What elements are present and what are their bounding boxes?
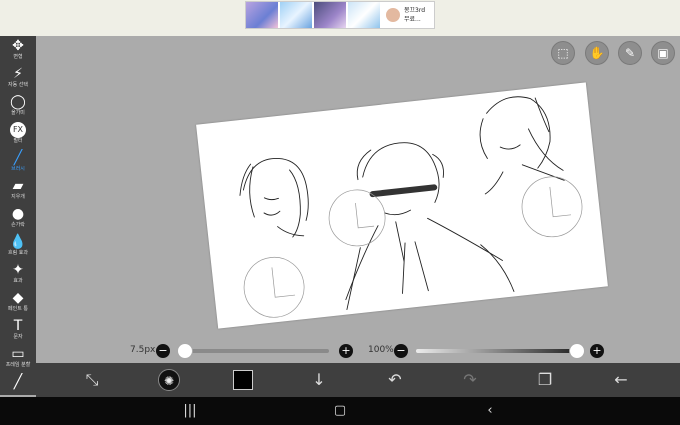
image-icon: ▣	[657, 46, 669, 60]
ad-avatar	[386, 8, 400, 22]
back-button[interactable]: ←	[611, 370, 631, 390]
lasso-icon: ◯	[10, 94, 26, 110]
home-button[interactable]: ▢	[330, 403, 350, 419]
tool-label: 필터	[13, 138, 23, 144]
pen-settings-button[interactable]: ✎	[618, 41, 642, 65]
layers-button[interactable]: ❐	[535, 370, 555, 390]
nav-back-button[interactable]: ‹	[480, 403, 500, 419]
ad-thumbnail	[246, 2, 278, 28]
brush-size-plus-button[interactable]: +	[339, 344, 353, 358]
bucket-icon: ◆	[12, 290, 24, 306]
pen-icon: ✎	[624, 46, 636, 60]
tool-effect-wand[interactable]: ✦ 효과	[0, 262, 36, 290]
selection-icon: ⬚	[557, 46, 569, 60]
tool-label: 올가미	[11, 110, 25, 116]
tool-label: 변형	[13, 54, 23, 60]
tool-label: 효과	[13, 278, 23, 284]
tool-label: 지우개	[11, 194, 25, 200]
text-icon: T	[13, 318, 23, 334]
tool-text[interactable]: T 문자	[0, 318, 36, 346]
undo-button[interactable]: ↶	[385, 370, 405, 390]
tool-label: 브러시	[11, 166, 25, 172]
recent-apps-button[interactable]: |||	[180, 403, 200, 419]
blur-icon: 💧	[9, 234, 27, 250]
smudge-icon: ●	[11, 206, 25, 222]
home-icon: ▢	[333, 403, 347, 418]
nav-back-icon: ‹	[487, 403, 493, 418]
ad-subtitle: 무료...	[404, 16, 421, 23]
opacity-track[interactable]	[416, 349, 578, 353]
drawing-canvas[interactable]	[196, 82, 608, 329]
selection-button[interactable]: ⬚	[551, 41, 575, 65]
arrow-down-icon: ↓	[312, 370, 326, 389]
tool-fx[interactable]: FX 필터	[0, 122, 36, 150]
frame-divider-icon: ▭	[11, 346, 25, 362]
brush-preview-button[interactable]: ✺	[158, 369, 180, 391]
tool-smudge[interactable]: ● 손가락	[0, 206, 36, 234]
tool-switch-button[interactable]: ⤡	[82, 370, 102, 390]
opacity-label: 100%	[368, 345, 394, 355]
hand-tool-button[interactable]: ✋	[585, 41, 609, 65]
eyedropper-icon: ╱	[13, 374, 23, 390]
ad-banner[interactable]: 몽끄3rd 무료...	[245, 1, 435, 29]
opacity-slider-row: 100% − +	[366, 341, 606, 361]
tool-move[interactable]: ✥ 변형	[0, 38, 36, 66]
top-ad-bar: 몽끄3rd 무료...	[0, 0, 680, 36]
brush-size-label: 7.5px	[130, 345, 156, 355]
tool-label: 프레임 분할	[5, 362, 31, 368]
tool-brush[interactable]: ╱ 브러시	[0, 150, 36, 178]
ad-thumbnail	[280, 2, 312, 28]
redo-icon: ↷	[463, 370, 477, 389]
brush-tip-icon: ✺	[163, 374, 175, 388]
recent-apps-icon: |||	[183, 403, 197, 418]
tool-label: 손가락	[11, 222, 25, 228]
bottom-toolbar: ⤡ ✺ ↓ ↶ ↷ ❐ ←	[36, 363, 680, 397]
arrow-left-icon: ←	[614, 370, 628, 389]
image-button[interactable]: ▣	[651, 41, 675, 65]
tool-bucket[interactable]: ◆ 페인트 통	[0, 290, 36, 318]
color-swatch-button[interactable]	[233, 370, 253, 390]
tool-label: 자동 선택	[8, 82, 28, 88]
tool-blur[interactable]: 💧 흐림 효과	[0, 234, 36, 262]
brush-eraser-icon: ⤡	[85, 370, 99, 389]
magic-wand-icon: ⚡	[13, 66, 23, 82]
android-nav-bar: ||| ▢ ‹	[0, 397, 680, 425]
tool-sidebar: ✥ 변형 ⚡ 자동 선택 ◯ 올가미 FX 필터 ╱ 브러시 ▰ 지우개 ● 손가락 💧 흐림 효과 ✦ 효과 ◆ 페…	[0, 36, 36, 395]
tool-frame-divider[interactable]: ▭ 프레임 분할	[0, 346, 36, 374]
save-down-button[interactable]: ↓	[309, 370, 329, 390]
ad-title: 몽끄3rd	[404, 7, 426, 14]
brush-size-track[interactable]	[184, 349, 329, 353]
undo-icon: ↶	[388, 370, 402, 389]
redo-button[interactable]: ↷	[460, 370, 480, 390]
tool-label: 흐림 효과	[8, 250, 28, 256]
fx-icon: FX	[10, 122, 26, 138]
opacity-plus-button[interactable]: +	[590, 344, 604, 358]
eraser-icon: ▰	[12, 178, 24, 194]
brush-size-slider-row: 7.5px − +	[126, 341, 356, 361]
effect-wand-icon: ✦	[12, 262, 24, 278]
ad-thumbnail	[348, 2, 380, 28]
brush-size-minus-button[interactable]: −	[156, 344, 170, 358]
layers-icon: ❐	[537, 370, 553, 389]
sketch-drawing	[239, 96, 583, 318]
opacity-minus-button[interactable]: −	[394, 344, 408, 358]
hand-icon: ✋	[589, 46, 605, 60]
brush-size-knob[interactable]	[177, 343, 193, 359]
move-icon: ✥	[12, 38, 24, 54]
opacity-knob[interactable]	[569, 343, 585, 359]
tool-magic-wand[interactable]: ⚡ 자동 선택	[0, 66, 36, 94]
tool-label: 문자	[13, 334, 23, 340]
tool-label: 페인트 통	[8, 306, 28, 312]
tool-eraser[interactable]: ▰ 지우개	[0, 178, 36, 206]
tool-lasso[interactable]: ◯ 올가미	[0, 94, 36, 122]
ad-thumbnail	[314, 2, 346, 28]
brush-icon: ╱	[13, 150, 23, 166]
